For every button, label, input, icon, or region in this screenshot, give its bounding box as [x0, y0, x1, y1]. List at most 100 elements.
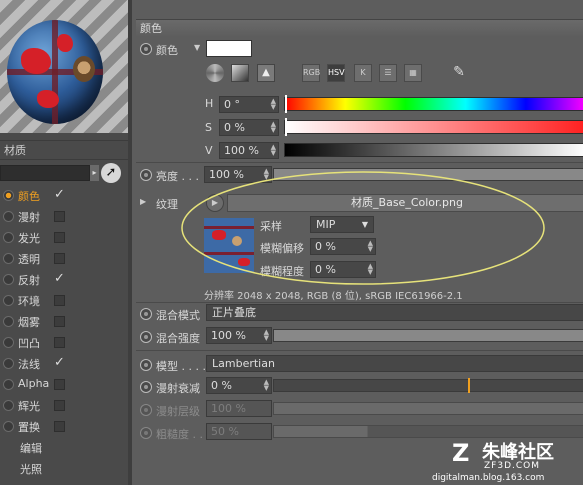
animate-radio-icon[interactable] [140, 169, 152, 181]
checkbox[interactable] [54, 316, 65, 327]
radio-icon[interactable] [3, 379, 14, 390]
mixer-icon[interactable]: ☰ [379, 64, 397, 82]
channel-label: 辉光 [18, 400, 40, 413]
h-label: H [205, 97, 214, 110]
diffuse-falloff-handle[interactable] [468, 378, 470, 393]
model-label: 模型 . . . . [156, 360, 206, 373]
preview-sphere [7, 20, 103, 124]
model-value: Lambertian [212, 357, 275, 370]
eyedropper-icon[interactable]: ✎ [450, 64, 468, 82]
hue-slider[interactable] [284, 97, 583, 111]
roughness-value: 50 % [211, 425, 239, 438]
animate-radio-icon[interactable] [140, 308, 152, 320]
animate-radio-icon[interactable] [140, 404, 152, 416]
radio-icon[interactable] [3, 211, 14, 222]
diffuse-falloff-field[interactable]: 0 % ▲ ▼ [206, 377, 272, 394]
radio-icon[interactable] [3, 274, 14, 285]
color-wheel-icon[interactable] [206, 64, 224, 82]
channel-label: 烟雾 [18, 316, 40, 329]
channel-item-reflectance[interactable]: 反射 ✓ [0, 269, 128, 290]
radio-icon[interactable] [3, 190, 14, 201]
animate-radio-icon[interactable] [140, 359, 152, 371]
material-preview[interactable] [0, 0, 128, 133]
texture-label: 纹理 [156, 198, 178, 211]
v-value-field[interactable]: 100 % ▲ ▼ [219, 142, 279, 159]
color-swatch[interactable] [206, 40, 252, 57]
mode-rgb-button[interactable]: RGB [302, 64, 320, 82]
checkbox[interactable] [54, 211, 65, 222]
checkbox[interactable] [54, 421, 65, 432]
v-value: 100 % [224, 144, 259, 157]
swatches-icon[interactable]: ▦ [404, 64, 422, 82]
value-slider[interactable] [284, 143, 583, 157]
expand-arrow-icon[interactable]: ▶ [140, 197, 146, 206]
channel-item-illumination[interactable]: 光照 [0, 458, 128, 479]
s-value-field[interactable]: 0 % ▲ ▼ [219, 119, 279, 136]
channel-label: 法线 [18, 358, 40, 371]
animate-radio-icon[interactable] [140, 381, 152, 393]
checkbox[interactable] [54, 400, 65, 411]
channel-label: 编辑 [20, 442, 42, 455]
h-value: 0 ° [224, 98, 240, 111]
checkbox-checked[interactable]: ✓ [54, 188, 65, 201]
material-name-label: 材质 [0, 140, 128, 160]
checkbox-checked[interactable]: ✓ [54, 356, 65, 369]
channel-item-diffuse[interactable]: 漫射 [0, 206, 128, 227]
channel-list: 颜色 ✓ 漫射 发光 透明 反射 ✓ 环境 烟雾 凹凸 法线 ✓ Alpha 辉… [0, 185, 128, 479]
pick-cursor-icon[interactable]: ➚ [101, 163, 121, 183]
expand-triangle-icon[interactable]: ▼ [194, 43, 200, 52]
checkbox[interactable] [54, 232, 65, 243]
channel-item-alpha[interactable]: Alpha [0, 374, 128, 395]
h-value-field[interactable]: 0 ° ▲ ▼ [219, 96, 279, 113]
saturation-slider[interactable] [284, 120, 583, 134]
channel-item-normal[interactable]: 法线 ✓ [0, 353, 128, 374]
arrow-right-icon[interactable]: ▸ [90, 165, 99, 181]
channel-item-bump[interactable]: 凹凸 [0, 332, 128, 353]
mix-mode-dropdown[interactable]: 正片叠底 [206, 304, 583, 321]
checkbox[interactable] [54, 253, 65, 264]
channel-item-transparency[interactable]: 透明 [0, 248, 128, 269]
diffuse-level-field[interactable]: 100 % [206, 400, 272, 417]
radio-icon[interactable] [3, 253, 14, 264]
checkbox-checked[interactable]: ✓ [54, 272, 65, 285]
animate-radio-icon[interactable] [140, 43, 152, 55]
mix-strength-value: 100 % [211, 329, 246, 342]
image-icon[interactable]: ▲ [257, 64, 275, 82]
roughness-field[interactable]: 50 % [206, 423, 272, 440]
diffuse-level-slider[interactable] [273, 402, 583, 415]
radio-icon[interactable] [3, 295, 14, 306]
radio-icon[interactable] [3, 421, 14, 432]
checkbox[interactable] [54, 379, 65, 390]
channel-item-fog[interactable]: 烟雾 [0, 311, 128, 332]
material-name-field[interactable] [0, 165, 90, 181]
radio-icon[interactable] [3, 316, 14, 327]
checkbox[interactable] [54, 337, 65, 348]
channel-label: 漫射 [18, 211, 40, 224]
mode-hsv-button[interactable]: HSV [327, 64, 345, 82]
animate-radio-icon[interactable] [140, 331, 152, 343]
channel-label: 凹凸 [18, 337, 40, 350]
spectrum-icon[interactable] [231, 64, 249, 82]
mix-strength-slider[interactable] [273, 329, 583, 342]
channel-item-color[interactable]: 颜色 ✓ [0, 185, 128, 206]
channel-item-editor[interactable]: 编辑 [0, 437, 128, 458]
v-label: V [205, 144, 213, 157]
radio-icon[interactable] [3, 337, 14, 348]
channel-item-glow[interactable]: 辉光 [0, 395, 128, 416]
channel-item-displacement[interactable]: 置换 [0, 416, 128, 437]
hue-handle[interactable] [285, 95, 287, 113]
channel-item-environment[interactable]: 环境 [0, 290, 128, 311]
checkbox[interactable] [54, 295, 65, 306]
saturation-handle[interactable] [285, 118, 287, 136]
roughness-slider[interactable] [273, 425, 583, 438]
channel-item-luminance[interactable]: 发光 [0, 227, 128, 248]
mode-kelvin-button[interactable]: K [354, 64, 372, 82]
model-dropdown[interactable]: Lambertian [206, 355, 583, 372]
animate-radio-icon[interactable] [140, 427, 152, 439]
radio-icon[interactable] [3, 400, 14, 411]
mix-mode-label: 混合模式 [156, 309, 200, 322]
radio-icon[interactable] [3, 358, 14, 369]
radio-icon[interactable] [3, 232, 14, 243]
mix-strength-field[interactable]: 100 % ▲ ▼ [206, 327, 272, 344]
diffuse-falloff-slider[interactable] [273, 379, 583, 392]
